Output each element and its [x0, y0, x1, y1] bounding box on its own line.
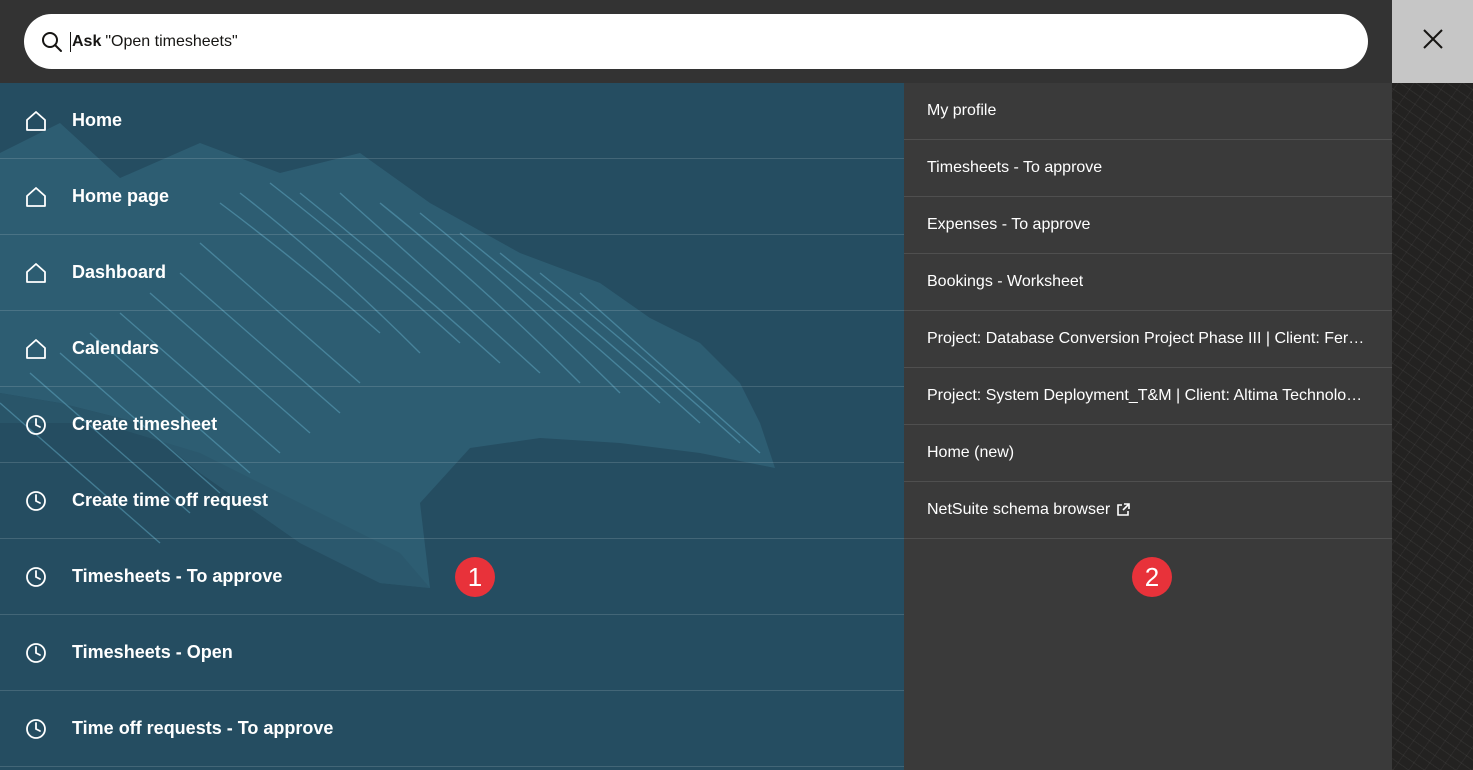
nav-item-create-timesheet[interactable]: Create timesheet — [0, 387, 904, 463]
recent-item-label: Expenses - To approve — [927, 216, 1091, 233]
nav-item-label: Dashboard — [72, 262, 167, 282]
close-icon — [1421, 27, 1445, 56]
nav-item-dashboard[interactable]: Dashboard — [0, 235, 904, 311]
home-icon — [24, 261, 48, 285]
nav-item-label: Home page — [72, 186, 170, 206]
nav-item-timesheets-open[interactable]: Timesheets - Open — [0, 615, 904, 691]
recent-item-label: NetSuite schema browser — [927, 501, 1111, 518]
home-icon — [24, 185, 48, 209]
clock-icon — [24, 565, 48, 589]
close-button[interactable] — [1392, 0, 1473, 83]
nav-item-label: Create timesheet — [72, 414, 218, 434]
nav-item-label: Home — [72, 110, 123, 130]
home-icon — [24, 337, 48, 361]
recent-item-label: My profile — [927, 102, 997, 119]
search-icon — [40, 30, 64, 54]
recent-panel: My profile Timesheets - To approve Expen… — [904, 83, 1392, 770]
search-input[interactable]: Ask "Open timesheets" — [24, 14, 1368, 69]
nav-list: Home Home page Dashboard Calendars Creat… — [0, 83, 904, 767]
background-texture — [1392, 83, 1473, 770]
nav-item-label: Timesheets - To approve — [72, 566, 283, 586]
recent-item-bookings-worksheet[interactable]: Bookings - Worksheet — [904, 254, 1392, 311]
callout-badge-1: 1 — [455, 557, 495, 597]
nav-item-label: Time off requests - To approve — [72, 718, 334, 738]
nav-item-create-time-off-request[interactable]: Create time off request — [0, 463, 904, 539]
recent-item-label: Project: Database Conversion Project Pha… — [927, 330, 1367, 347]
nav-item-time-off-requests-to-approve[interactable]: Time off requests - To approve — [0, 691, 904, 767]
recent-item-netsuite-schema-browser[interactable]: NetSuite schema browser — [904, 482, 1392, 539]
navigation-panel: Home Home page Dashboard Calendars Creat… — [0, 83, 904, 770]
recent-item-home-new[interactable]: Home (new) — [904, 425, 1392, 482]
nav-item-home[interactable]: Home — [0, 83, 904, 159]
recent-item-label: Home (new) — [927, 444, 1015, 461]
recent-item-project-system-deployment[interactable]: Project: System Deployment_T&M | Client:… — [904, 368, 1392, 425]
clock-icon — [24, 717, 48, 741]
nav-item-home-page[interactable]: Home page — [0, 159, 904, 235]
recent-item-label: Bookings - Worksheet — [927, 273, 1084, 290]
nav-item-label: Timesheets - Open — [72, 642, 233, 662]
recent-item-my-profile[interactable]: My profile — [904, 83, 1392, 140]
recent-item-label: Project: System Deployment_T&M | Client:… — [927, 387, 1367, 404]
recent-item-label: Timesheets - To approve — [927, 159, 1103, 176]
clock-icon — [24, 413, 48, 437]
search-hint: "Open timesheets" — [105, 32, 238, 50]
search-prefix: Ask — [72, 32, 102, 50]
recent-item-expenses-to-approve[interactable]: Expenses - To approve — [904, 197, 1392, 254]
clock-icon — [24, 489, 48, 513]
external-link-icon — [1116, 503, 1130, 517]
text-cursor — [70, 31, 71, 52]
nav-item-calendars[interactable]: Calendars — [0, 311, 904, 387]
nav-item-label: Calendars — [72, 338, 160, 358]
nav-item-timesheets-to-approve[interactable]: Timesheets - To approve — [0, 539, 904, 615]
clock-icon — [24, 641, 48, 665]
recent-item-project-database-conversion[interactable]: Project: Database Conversion Project Pha… — [904, 311, 1392, 368]
nav-item-label: Create time off request — [72, 490, 269, 510]
recent-item-timesheets-to-approve[interactable]: Timesheets - To approve — [904, 140, 1392, 197]
home-icon — [24, 109, 48, 133]
callout-badge-2: 2 — [1132, 557, 1172, 597]
top-bar: Ask "Open timesheets" — [0, 0, 1392, 83]
